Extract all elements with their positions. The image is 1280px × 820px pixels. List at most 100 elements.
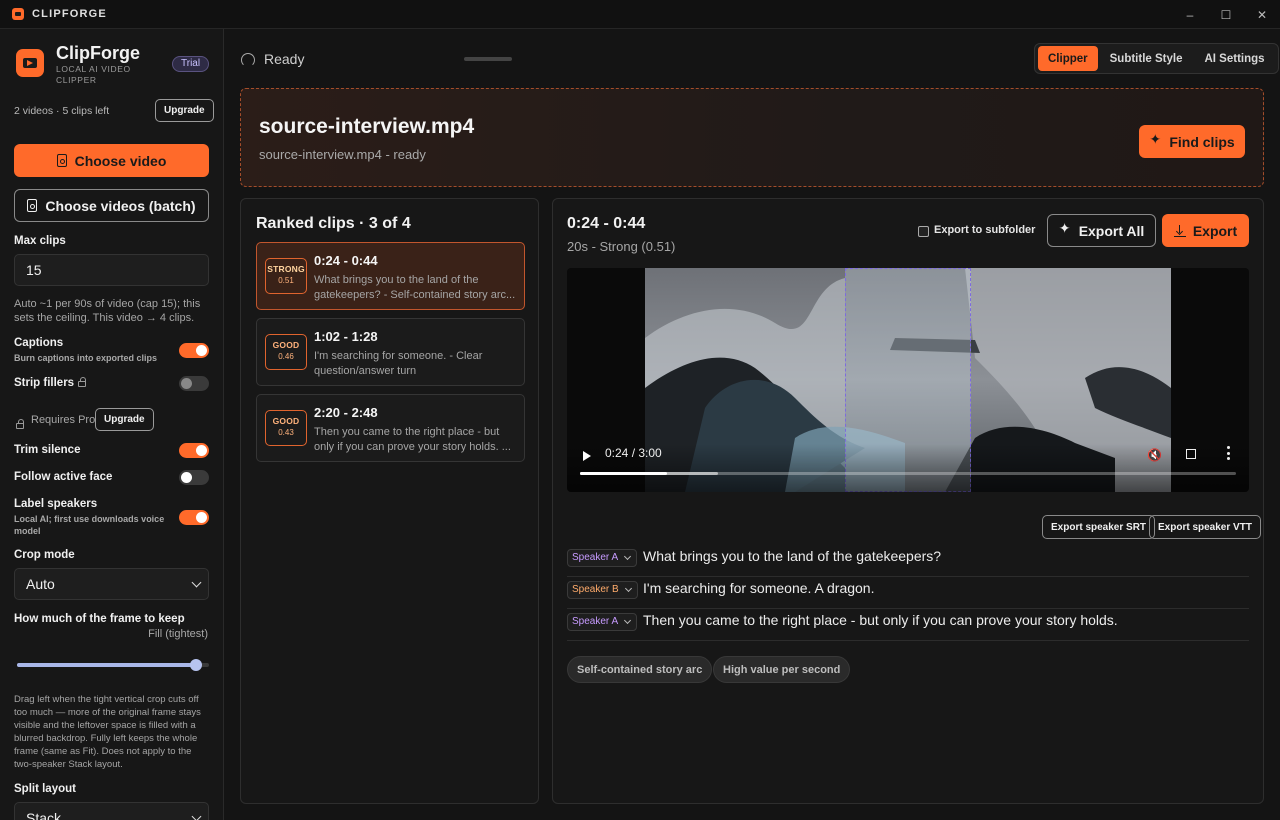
clip-preview-panel: 0:24 - 0:44 20s - Strong (0.51) Export t… [552, 198, 1264, 804]
chevron-down-icon [191, 811, 202, 820]
max-clips-label: Max clips [14, 235, 66, 247]
export-button[interactable]: Export [1162, 214, 1249, 247]
status-gauge-icon [241, 53, 255, 67]
speaker-select[interactable]: Speaker A [567, 613, 638, 631]
maximize-button[interactable]: ☐ [1208, 0, 1244, 29]
label-speakers-toggle[interactable] [179, 510, 209, 525]
score-badge: GOOD 0.43 [265, 410, 307, 446]
preview-range: 0:24 - 0:44 [567, 215, 646, 232]
muted-speaker-icon[interactable]: 🔇 [1147, 448, 1162, 462]
export-speaker-vtt-button[interactable]: Export speaker VTT [1149, 515, 1261, 539]
transcript-text: I'm searching for someone. A dragon. [643, 580, 875, 596]
seek-bar[interactable] [580, 472, 1236, 475]
clip-grade: STRONG [267, 264, 305, 274]
clip-summary: I'm searching for someone. - Clear quest… [314, 350, 483, 377]
choose-video-button[interactable]: Choose video [14, 144, 209, 177]
export-subfolder-checkbox[interactable] [918, 226, 929, 237]
requires-pro-text: Requires Pro [31, 414, 96, 426]
clip-summary: What brings you to the land of the gatek… [314, 274, 516, 301]
choose-videos-batch-button[interactable]: Choose videos (batch) [14, 189, 209, 222]
export-subfolder-label[interactable]: Export to subfolder [934, 224, 1035, 236]
split-layout-select[interactable]: Stack [14, 802, 209, 820]
speaker-select[interactable]: Speaker A [567, 549, 638, 567]
sparkle-icon [1059, 221, 1072, 237]
clip-card[interactable]: GOOD 0.46 1:02 - 1:28 I'm searching for … [256, 318, 525, 386]
max-clips-help: Auto ~1 per 90s of video (cap 15); this … [14, 298, 201, 324]
tab-ai-settings[interactable]: AI Settings [1194, 46, 1274, 71]
score-badge: GOOD 0.46 [265, 334, 307, 370]
upgrade-button[interactable]: Upgrade [155, 99, 214, 122]
app-tagline: LOCAL AI VIDEO CLIPPER [56, 64, 131, 85]
captions-sub: Burn captions into exported clips [14, 353, 158, 363]
crop-mode-select[interactable]: Auto [14, 568, 209, 600]
follow-face-toggle[interactable] [179, 470, 209, 485]
frame-keep-value: Fill (tightest) [148, 628, 208, 640]
choose-batch-label: Choose videos (batch) [45, 197, 196, 214]
clip-score: 0.51 [278, 276, 294, 285]
speaker-select[interactable]: Speaker B [567, 581, 638, 599]
captions-toggle[interactable] [179, 343, 209, 358]
source-status: source-interview.mp4 - ready [259, 147, 426, 162]
split-layout-value: Stack [26, 810, 62, 820]
tab-subtitle-style[interactable]: Subtitle Style [1100, 46, 1193, 71]
crop-mode-value: Auto [26, 576, 55, 592]
export-speaker-srt-button[interactable]: Export speaker SRT [1042, 515, 1156, 539]
clip-range: 1:02 - 1:28 [314, 329, 378, 344]
slider-thumb[interactable] [189, 659, 202, 671]
split-layout-label: Split layout [14, 783, 76, 795]
label-speakers-label: Label speakers [14, 498, 98, 510]
title-bar: CLIPFORGE – ☐ ✕ [0, 0, 1280, 29]
tab-clipper[interactable]: Clipper [1038, 46, 1098, 71]
label-speakers-sub: Local AI; first use downloads voice mode… [14, 514, 165, 536]
tab-bar: Clipper Subtitle Style AI Settings [1034, 43, 1279, 74]
clip-card[interactable]: GOOD 0.43 2:20 - 2:48 Then you came to t… [256, 394, 525, 462]
export-all-label: Export All [1078, 222, 1145, 239]
video-file-icon [56, 154, 67, 167]
minimize-button[interactable]: – [1172, 0, 1208, 29]
export-all-button[interactable]: Export All [1047, 214, 1156, 247]
max-clips-input[interactable]: 15 [14, 254, 209, 286]
brand-logo-icon [16, 49, 44, 77]
progress-indicator [464, 57, 512, 61]
source-dropzone[interactable]: source-interview.mp4 source-interview.mp… [240, 88, 1264, 187]
chevron-down-icon [191, 577, 202, 588]
close-button[interactable]: ✕ [1244, 0, 1280, 29]
captions-label: Captions [14, 337, 64, 349]
window-title: CLIPFORGE [32, 8, 107, 20]
strip-fillers-toggle[interactable] [179, 376, 209, 391]
sidebar: ClipForge LOCAL AI VIDEO CLIPPER Trial 2… [0, 29, 224, 820]
trim-silence-label: Trim silence [14, 444, 81, 456]
export-label: Export [1192, 222, 1238, 239]
find-clips-button[interactable]: Find clips [1139, 125, 1245, 158]
strip-fillers-label: Strip fillers [14, 377, 87, 389]
clip-range: 0:24 - 0:44 [314, 253, 378, 268]
frame-keep-label: How much of the frame to keep [14, 613, 185, 625]
usage-text: 2 videos · 5 clips left [14, 105, 110, 117]
window-controls: – ☐ ✕ [1172, 0, 1280, 29]
trim-silence-toggle[interactable] [179, 443, 209, 458]
more-options-icon[interactable] [1227, 446, 1230, 460]
transcript-text: Then you came to the right place - but o… [643, 612, 1118, 628]
frame-keep-help: Drag left when the tight vertical crop c… [14, 694, 201, 770]
player-time: 0:24 / 3:00 [605, 446, 662, 460]
frame-keep-slider[interactable] [17, 659, 209, 671]
upgrade-pro-button[interactable]: Upgrade [95, 408, 154, 431]
clip-grade: GOOD [272, 416, 300, 426]
ranked-title: Ranked clips · 3 of 4 [256, 215, 411, 232]
sparkle-icon [1149, 132, 1162, 148]
clip-grade: GOOD [272, 340, 300, 350]
transcript-line: Speaker B I'm searching for someone. A d… [567, 577, 1249, 609]
clip-card[interactable]: STRONG 0.51 0:24 - 0:44 What brings you … [256, 242, 525, 310]
play-icon[interactable] [583, 451, 591, 461]
reason-tag: Self-contained story arc [567, 656, 713, 683]
follow-face-label: Follow active face [14, 471, 113, 483]
clip-score: 0.43 [278, 428, 294, 437]
ranked-clips-panel: Ranked clips · 3 of 4 STRONG 0.51 0:24 -… [240, 198, 539, 804]
video-player[interactable]: 0:24 / 3:00 🔇 [567, 268, 1249, 492]
transcript-line: Speaker A What brings you to the land of… [567, 545, 1249, 577]
clip-range: 2:20 - 2:48 [314, 405, 378, 420]
fullscreen-icon[interactable] [1186, 449, 1196, 459]
app-logo-icon [12, 8, 24, 20]
slider-fill [17, 663, 196, 667]
source-filename: source-interview.mp4 [259, 115, 475, 138]
